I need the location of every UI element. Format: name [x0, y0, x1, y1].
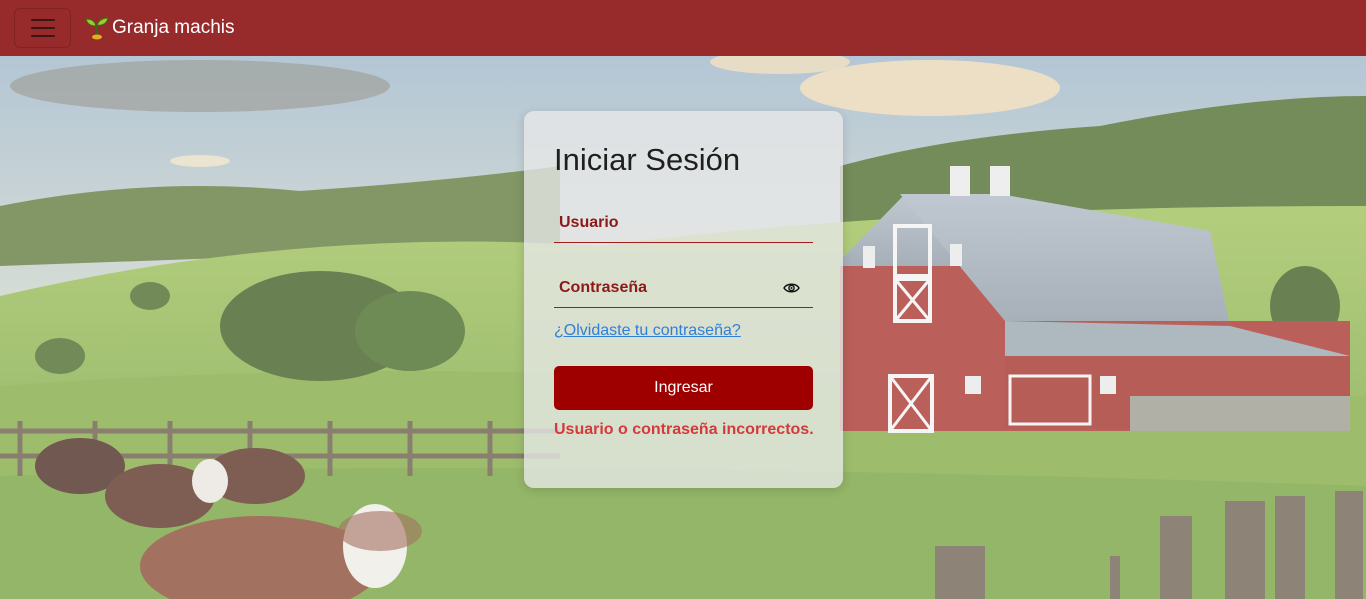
brand-link[interactable]: Granja machis	[84, 14, 235, 42]
username-input[interactable]	[554, 203, 813, 242]
hamburger-line	[30, 35, 55, 37]
menu-toggle-button[interactable]	[14, 8, 71, 48]
top-navbar: Granja machis	[0, 0, 1366, 56]
hamburger-menu-icon	[30, 19, 55, 21]
password-input[interactable]	[554, 268, 813, 307]
username-field-wrapper	[554, 203, 813, 243]
hamburger-line	[30, 27, 55, 29]
eye-icon[interactable]	[783, 281, 800, 295]
brand-name: Granja machis	[112, 17, 235, 38]
sprout-icon	[85, 17, 109, 40]
forgot-password-link[interactable]: ¿Olvidaste tu contraseña?	[554, 322, 741, 340]
login-submit-button[interactable]: Ingresar	[554, 366, 813, 410]
login-error-message: Usuario o contraseña incorrectos.	[554, 421, 814, 438]
login-title: Iniciar Sesión	[554, 142, 741, 177]
login-card: Iniciar Sesión ¿Olvidaste tu contraseña?…	[524, 111, 843, 488]
password-field-wrapper	[554, 268, 813, 308]
